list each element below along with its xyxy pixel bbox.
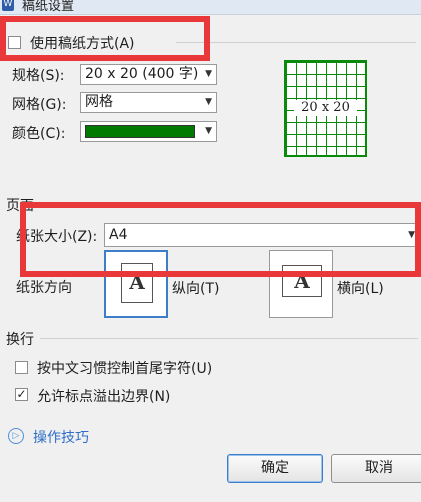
preview-label: 20 x 20 bbox=[294, 100, 357, 116]
spec-label: 规格(S): bbox=[12, 68, 65, 84]
tips-link[interactable]: 操作技巧 bbox=[33, 427, 89, 447]
chevron-down-icon bbox=[205, 93, 212, 112]
wrap-section-label: 换行 bbox=[6, 332, 34, 348]
color-swatch bbox=[85, 125, 195, 138]
color-label: 颜色(C): bbox=[12, 126, 66, 142]
color-select[interactable] bbox=[80, 121, 217, 142]
cancel-button[interactable]: 取消 bbox=[331, 454, 421, 483]
window-title: 稿纸设置 bbox=[22, 0, 75, 14]
highlight-box-manuscript bbox=[0, 16, 210, 61]
manuscript-group-divider bbox=[176, 42, 416, 43]
grid-select[interactable]: 网格 bbox=[80, 92, 217, 113]
ok-button[interactable]: 确定 bbox=[227, 454, 323, 483]
wrap-group-divider bbox=[40, 338, 418, 339]
chevron-down-icon bbox=[205, 65, 212, 84]
grid-select-value: 网格 bbox=[85, 94, 113, 110]
manuscript-preview: 20 x 20 bbox=[284, 60, 367, 157]
spec-select[interactable]: 20 x 20 (400 字) bbox=[80, 64, 217, 85]
spec-select-value: 20 x 20 (400 字) bbox=[85, 66, 199, 82]
wrap-option2-checkbox[interactable]: ✓ bbox=[15, 388, 28, 401]
highlight-box-paper-size bbox=[20, 202, 421, 277]
chevron-down-icon bbox=[205, 122, 212, 141]
orientation-label: 纸张方向 bbox=[16, 280, 72, 296]
wrap-option2-label: 允许标点溢出边界(N) bbox=[37, 389, 171, 405]
portrait-label[interactable]: 纵向(T) bbox=[172, 278, 219, 298]
wrap-option1-checkbox[interactable] bbox=[15, 361, 28, 374]
wrap-option1-label: 按中文习惯控制首尾字符(U) bbox=[37, 361, 213, 377]
title-bar: W 稿纸设置 bbox=[0, 0, 421, 15]
landscape-label[interactable]: 横向(L) bbox=[337, 278, 384, 298]
play-circle-icon[interactable]: ▷ bbox=[8, 428, 24, 444]
grid-label: 网格(G): bbox=[12, 97, 67, 113]
app-icon: W bbox=[2, 0, 14, 11]
